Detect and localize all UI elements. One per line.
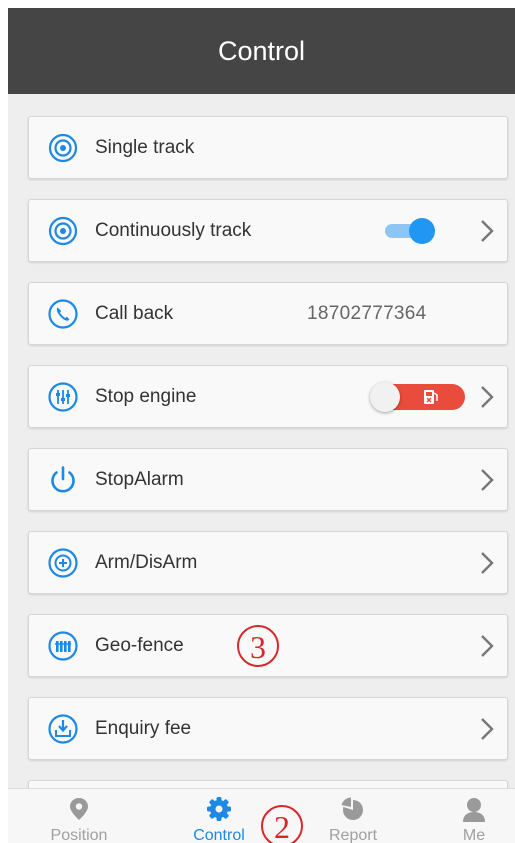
item-label: Stop engine [95,386,197,407]
tab-me[interactable]: Me [424,789,515,843]
toggle-knob [409,218,435,244]
single-track-item[interactable]: Single track [28,116,508,179]
item-label: Arm/DisArm [95,552,198,573]
item-label: StopAlarm [95,469,184,490]
item-label: Call back [95,303,174,324]
tab-control[interactable]: Control [169,789,269,843]
enquiry-fee-item[interactable]: Enquiry fee [28,697,508,760]
arm-disarm-item[interactable]: Arm/DisArm [28,531,508,594]
page-title: Control [217,35,306,66]
annotation-marker-3: 3 [237,625,279,667]
chevron-right-icon [481,635,494,657]
item-label: Single track [95,137,195,158]
tab-label: Control [193,827,245,843]
tab-label: Me [462,827,486,843]
chevron-right-icon [481,220,494,242]
target-icon [48,133,78,163]
app-header: Control [8,8,515,94]
stop-alarm-item[interactable]: StopAlarm [28,448,508,511]
fuel-pump-icon [424,390,438,404]
coin-download-icon [48,714,78,744]
annotation-marker-2: 2 [261,805,303,843]
shield-plus-icon [48,548,78,578]
call-back-item[interactable]: Call back 18702777364 [28,282,508,345]
toggle-knob [370,382,400,412]
callback-number: 18702777364 [307,303,427,324]
sliders-icon [48,382,78,412]
tab-report[interactable]: Report [303,789,403,843]
chevron-right-icon [481,386,494,408]
chevron-right-icon [481,469,494,491]
tab-label: Position [50,827,108,843]
stop-engine-toggle[interactable] [370,382,465,412]
stop-engine-item[interactable]: Stop engine [28,365,508,428]
item-label: Geo-fence [95,635,184,656]
phone-icon [48,299,78,329]
bottom-tab-bar: Position Control Report Me 2 [8,788,515,843]
phone-screen: Control Single track Continuously track [8,8,515,843]
geo-fence-item[interactable]: Geo-fence 3 [28,614,508,677]
continuous-track-toggle[interactable] [385,218,435,244]
power-icon [51,466,75,493]
tab-position[interactable]: Position [29,789,129,843]
continuously-track-item[interactable]: Continuously track [28,199,508,262]
tab-label: Report [328,827,378,843]
pie-chart-icon [341,797,363,820]
item-label: Continuously track [95,220,252,241]
chevron-right-icon [481,718,494,740]
item-label: Enquiry fee [95,718,192,739]
location-pin-icon [70,798,88,820]
chevron-right-icon [481,552,494,574]
user-icon [463,798,485,822]
fence-icon [48,631,78,661]
target-icon [48,216,78,246]
gear-icon [207,797,231,821]
